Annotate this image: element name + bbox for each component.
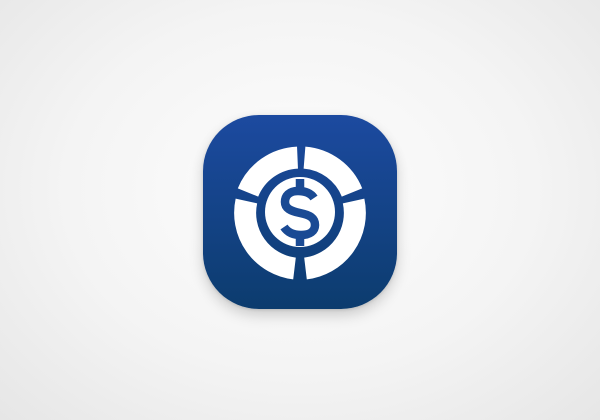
app-icon[interactable] [203, 115, 397, 309]
dollar-ring-logo-icon [234, 146, 366, 280]
app-icon-stage [0, 0, 600, 420]
